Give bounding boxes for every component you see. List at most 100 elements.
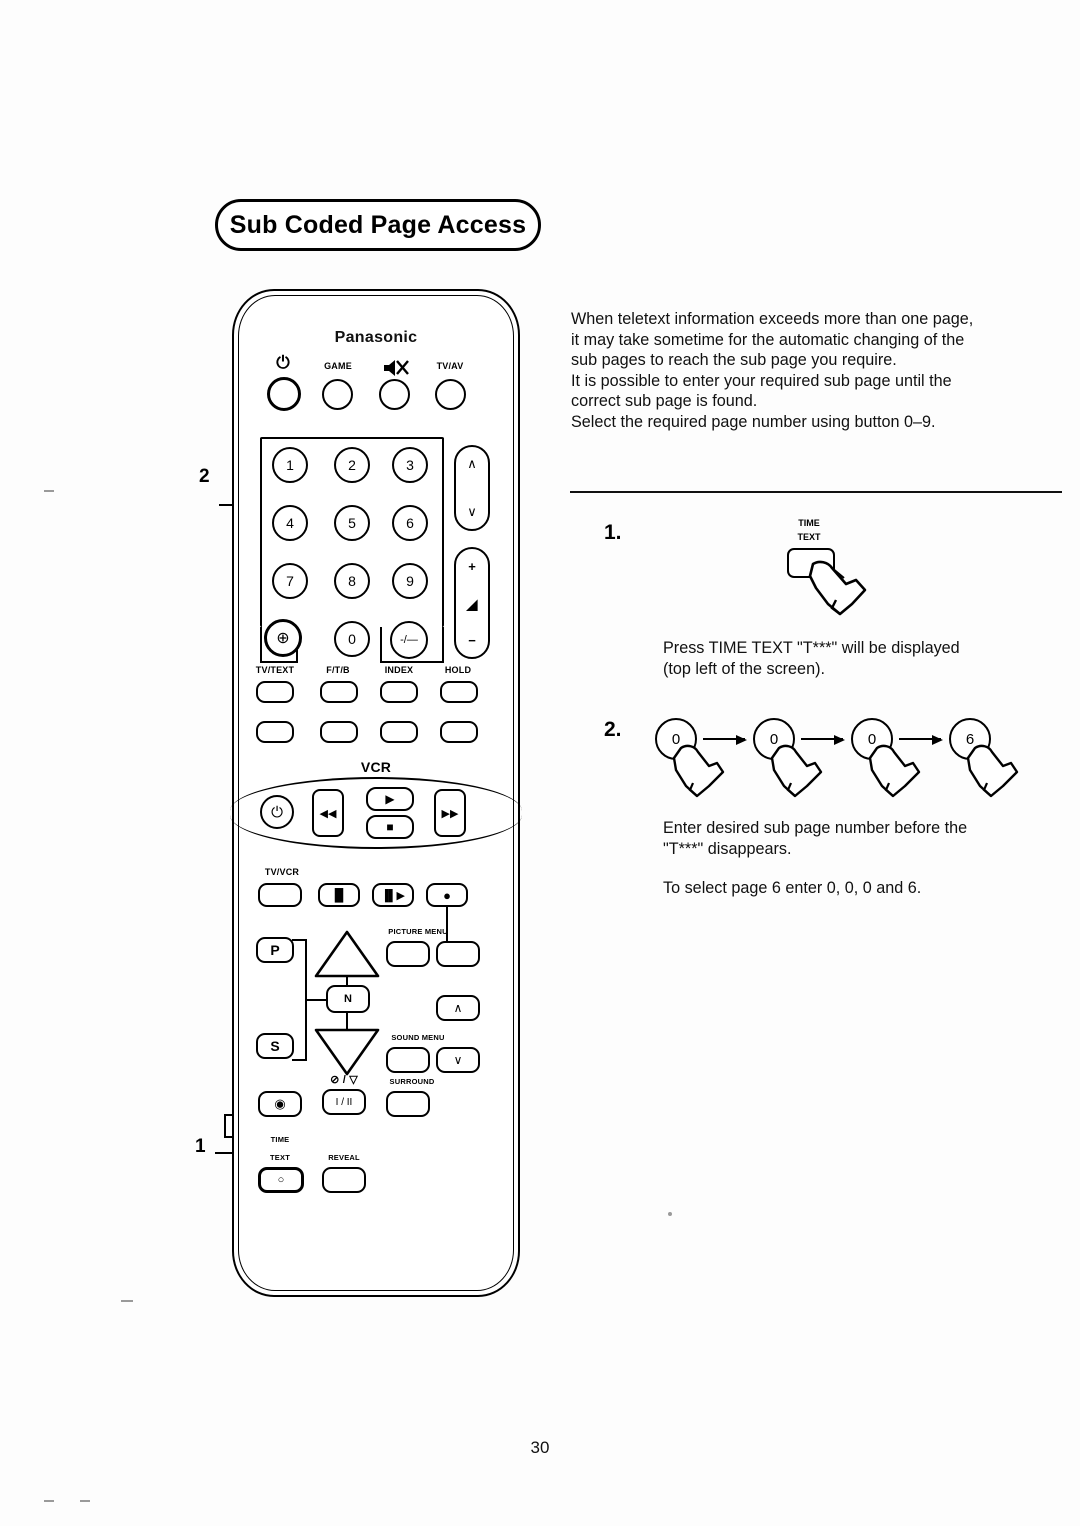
rewind-icon: ◀◀ [319, 807, 337, 820]
intro-line: correct sub page is found. [571, 392, 758, 411]
slow-icon: ▐▌▶ [380, 889, 406, 902]
hold-button[interactable] [440, 681, 478, 703]
remote-control-illustration: Panasonic ⏻ GAME TV/AV 1 2 3 4 5 6 7 8 9… [230, 289, 522, 1297]
key-1[interactable]: 1 [272, 447, 308, 483]
n-connector-wire [305, 999, 327, 1002]
tv-text-label: TV/TEXT [255, 665, 295, 675]
stop-button[interactable]: ■ [366, 815, 414, 839]
p-button[interactable]: P [256, 937, 294, 963]
stereo-button[interactable]: I / II [322, 1089, 366, 1115]
surround-label: SURROUND [389, 1077, 435, 1086]
power-button[interactable] [267, 377, 301, 411]
channel-up-icon: ∧ [467, 456, 477, 471]
reveal-label: REVEAL [328, 1153, 360, 1162]
mute-button[interactable] [379, 379, 410, 410]
tv-vcr-button[interactable] [258, 883, 302, 907]
intro-line: Select the required page number using bu… [571, 412, 936, 431]
channel-down-icon: ∨ [467, 504, 477, 519]
volume-rocker[interactable]: + ◢ − [454, 547, 490, 659]
stop-icon: ■ [386, 820, 394, 834]
menu-up-button[interactable]: ∧ [436, 995, 480, 1021]
time-text-button[interactable]: ○ [258, 1167, 304, 1193]
power-icon: ⏻ [276, 353, 290, 372]
tens-digit-button[interactable]: -/— [390, 621, 428, 659]
flow-arrow-icon [899, 734, 943, 745]
fastext-button-yellow[interactable] [380, 721, 418, 743]
pause-button[interactable]: ▐▌ [318, 883, 360, 907]
text-label: TEXT [270, 1153, 290, 1162]
color-icon: ◉ [274, 1096, 286, 1111]
p-button-label: P [270, 942, 280, 958]
key-6-label: 6 [406, 515, 414, 531]
tv-av-button[interactable] [435, 379, 466, 410]
key-3[interactable]: 3 [392, 447, 428, 483]
key-4[interactable]: 4 [272, 505, 308, 541]
step-2-text: Enter desired sub page number before the… [663, 818, 1063, 859]
sound-menu-button[interactable] [386, 1047, 430, 1073]
menu-stem-upper [346, 977, 349, 987]
key-9[interactable]: 9 [392, 563, 428, 599]
key-5[interactable]: 5 [334, 505, 370, 541]
pointing-hand-icon [808, 560, 867, 616]
game-button[interactable] [322, 379, 353, 410]
scan-speck [80, 1500, 90, 1502]
index-label: INDEX [384, 665, 414, 675]
key-7-label: 7 [286, 573, 294, 589]
fastext-button-green[interactable] [320, 721, 358, 743]
step-2-line: "T***" disappears. [663, 839, 792, 858]
s-button[interactable]: S [256, 1033, 294, 1059]
f-t-b-button[interactable] [320, 681, 358, 703]
fastext-button-blue[interactable] [440, 721, 478, 743]
pointing-hand-icon [966, 744, 1019, 798]
normal-button[interactable]: N [326, 985, 370, 1013]
game-label: GAME [324, 361, 352, 371]
step-2-illustration: 0 0 0 6 [655, 712, 1065, 812]
picture-menu-button[interactable] [386, 941, 430, 967]
step-1-text: Press TIME TEXT "T***" will be displayed… [663, 638, 1063, 679]
page-title: Sub Coded Page Access [215, 199, 541, 251]
key-0-label: 0 [348, 631, 356, 647]
menu-right-button[interactable] [436, 941, 480, 967]
tens-digit-icon: -/— [400, 634, 418, 646]
step-2-line: Enter desired sub page number before the [663, 819, 968, 837]
play-icon: ▶ [385, 792, 395, 806]
intro-line: When teletext information exceeds more t… [571, 310, 974, 328]
fastext-button-red[interactable] [256, 721, 294, 743]
vcr-power-icon: ⏻ [271, 803, 283, 821]
color-button[interactable]: ◉ [258, 1091, 302, 1117]
aspect-button[interactable]: ⊕ [264, 619, 302, 657]
vcr-power-button[interactable]: ⏻ [260, 795, 294, 829]
menu-up-icon: ∧ [453, 1001, 463, 1015]
key-2[interactable]: 2 [334, 447, 370, 483]
callout-1-label: 1 [195, 1136, 206, 1157]
time-label: TIME [270, 1135, 290, 1144]
vcr-section-label: VCR [360, 759, 392, 775]
slow-button[interactable]: ▐▌▶ [372, 883, 414, 907]
fast-forward-button[interactable]: ▶▶ [434, 789, 466, 837]
surround-button[interactable] [386, 1091, 430, 1117]
scan-speck [44, 1500, 54, 1502]
play-button[interactable]: ▶ [366, 787, 414, 811]
menu-down-button[interactable]: ∨ [436, 1047, 480, 1073]
rewind-button[interactable]: ◀◀ [312, 789, 344, 837]
volume-down-icon: − [468, 632, 476, 648]
key-6[interactable]: 6 [392, 505, 428, 541]
tv-vcr-label: TV/VCR [264, 867, 300, 877]
index-button[interactable] [380, 681, 418, 703]
pointing-hand-icon [868, 744, 921, 798]
key-0[interactable]: 0 [334, 621, 370, 657]
volume-level-icon: ◢ [466, 595, 478, 612]
key-8[interactable]: 8 [334, 563, 370, 599]
menu-down-arrow-icon [314, 1028, 380, 1076]
step-2-number: 2. [604, 718, 622, 741]
intro-line: sub pages to reach the sub page you requ… [571, 351, 897, 370]
key-7[interactable]: 7 [272, 563, 308, 599]
f-t-b-label: F/T/B [326, 665, 350, 675]
channel-rocker[interactable]: ∧ ∨ [454, 445, 490, 531]
p-connector-wire [292, 939, 307, 942]
mute-icon [384, 360, 409, 376]
reveal-button[interactable] [322, 1167, 366, 1193]
record-button[interactable]: ● [426, 883, 468, 907]
tv-text-button[interactable] [256, 681, 294, 703]
stereo-mode-label: ⊘ / ▽ [330, 1074, 358, 1086]
